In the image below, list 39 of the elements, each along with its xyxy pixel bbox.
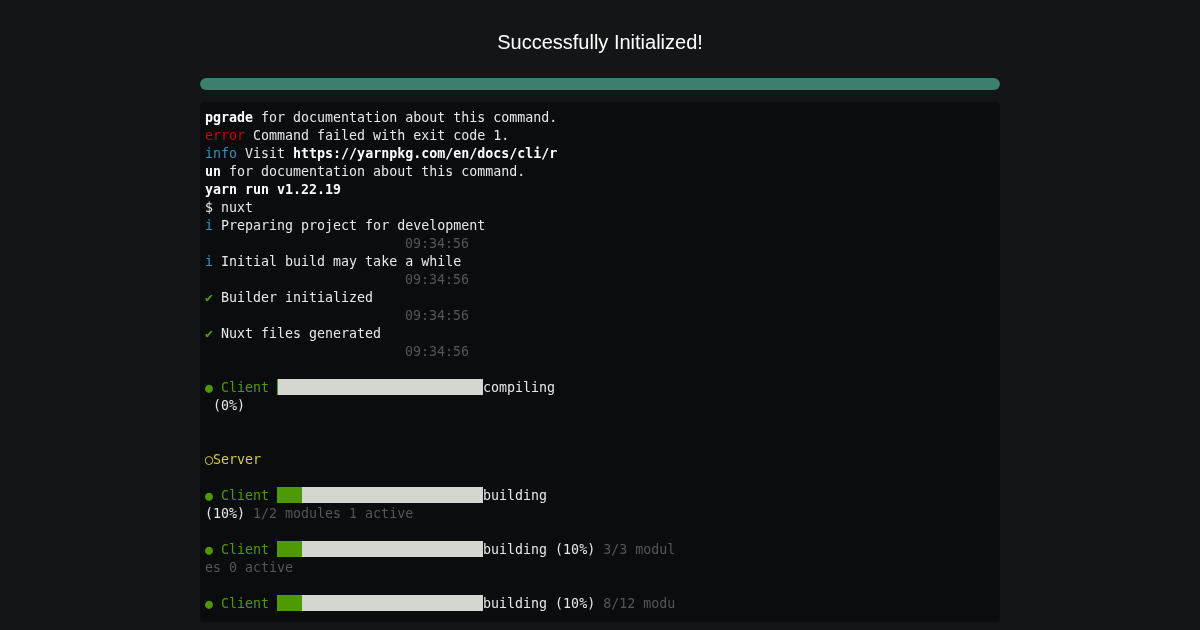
log-text: ● Client — [205, 542, 271, 557]
log-text: Nuxt files generated — [220, 326, 382, 341]
log-text: i — [205, 218, 213, 233]
log-text: 1/2 modules 1 active — [252, 506, 414, 521]
timestamp: 09:34:56 — [405, 344, 470, 359]
log-text: building (10%) — [483, 596, 596, 611]
log-text: building (10%) — [483, 542, 596, 557]
timestamp: 09:34:56 — [405, 272, 470, 287]
log-text: $ nuxt — [205, 200, 254, 215]
log-text: ✔ — [205, 290, 213, 305]
log-text: Builder initialized — [220, 290, 374, 305]
log-text: for documentation about this command. — [228, 164, 526, 179]
log-text: building — [483, 488, 548, 503]
log-text: (10%) — [205, 506, 246, 521]
log-text: i — [205, 254, 213, 269]
log-text: https://yarnpkg.com/en/docs/cli/r — [293, 146, 558, 161]
log-text: ✔ — [205, 326, 213, 341]
log-text: Command failed with exit code 1. — [252, 128, 510, 143]
log-text: Initial build may take a while — [220, 254, 462, 269]
log-text: (0%) — [212, 398, 246, 413]
log-text: error — [205, 128, 246, 143]
log-text: pgrade — [205, 110, 254, 125]
log-text: ● Client — [205, 596, 271, 611]
log-text: es 0 active — [205, 560, 294, 575]
log-text: 8/12 modu — [602, 596, 676, 611]
log-text: yarn run v1.22.19 — [205, 182, 342, 197]
log-text: info — [205, 146, 238, 161]
log-text: un — [205, 164, 221, 179]
log-text: ● Client — [205, 380, 271, 395]
log-text: for documentation about this command. — [260, 110, 558, 125]
timestamp: 09:34:56 — [405, 236, 470, 251]
log-text: Preparing project for development — [220, 218, 486, 233]
log-text: ◯Server — [205, 452, 262, 467]
log-text: 3/3 modul — [602, 542, 676, 557]
timestamp: 09:34:56 — [405, 308, 470, 323]
log-text: Visit — [244, 146, 287, 161]
log-text: ● Client — [205, 488, 271, 503]
log-text: compiling — [483, 380, 556, 395]
page-title: Successfully Initialized! — [497, 30, 703, 55]
